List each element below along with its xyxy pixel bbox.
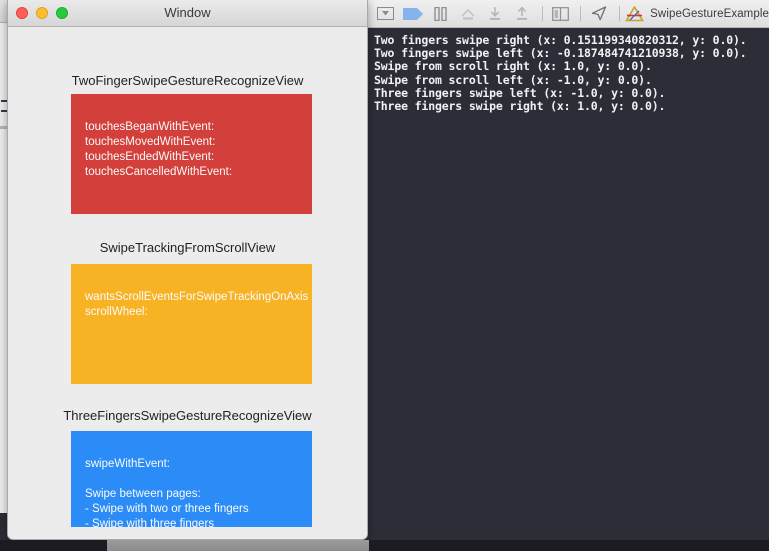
panel-line: touchesEndedWithEvent: [85, 151, 215, 163]
panel-line-spacer [85, 472, 298, 487]
console-output-line: Swipe from scroll right (x: 1.0, y: 0.0)… [374, 59, 652, 74]
panel-line: swipeWithEvent: [85, 458, 171, 470]
window-shadow-bar [107, 540, 369, 551]
panel-line: touchesBeganWithEvent: [85, 121, 215, 133]
hide-navigator-icon[interactable] [373, 4, 398, 24]
section-heading-three-fingers-swipe: ThreeFingersSwipeGestureRecognizeView [63, 408, 312, 423]
two-finger-swipe-gesture-recognize-view[interactable]: touchesBeganWithEvent: touchesMovedWithEv… [71, 94, 312, 214]
swipe-tracking-from-scroll-view[interactable]: wantsScrollEventsForSwipeTrackingOnAxis s… [71, 264, 312, 384]
xcode-debug-toolbar[interactable]: SwipeGestureExample [367, 0, 769, 28]
screen-root: SwipeGestureExample Two fingers swipe ri… [0, 0, 769, 551]
debug-view-hierarchy-icon[interactable] [548, 4, 573, 24]
panel-line: scrollWheel: [85, 306, 148, 318]
panel-line: Swipe between pages: [85, 488, 201, 500]
three-fingers-swipe-gesture-recognize-view[interactable]: swipeWithEvent: Swipe between pages: - Swi… [71, 431, 312, 539]
app-window[interactable]: Window TwoFingerSwipeGestureRecognizeVie… [7, 0, 368, 540]
xcode-window[interactable]: SwipeGestureExample Two fingers swipe ri… [367, 0, 769, 551]
section-heading-two-finger-swipe: TwoFingerSwipeGestureRecognizeView [71, 73, 304, 88]
xcode-scheme-icon[interactable] [624, 4, 644, 24]
step-over-icon[interactable] [455, 4, 480, 24]
panel-line: touchesMovedWithEvent: [85, 136, 216, 148]
app-window-title: Window [164, 5, 211, 20]
panel-line: wantsScrollEventsForSwipeTrackingOnAxis [85, 291, 309, 303]
horizontal-scrollbar[interactable] [8, 527, 367, 539]
breakpoint-icon[interactable] [400, 4, 425, 24]
section-heading-swipe-tracking-from-scroll: SwipeTrackingFromScrollView [99, 240, 276, 255]
panel-line: - Swipe with two or three fingers [85, 503, 249, 515]
step-into-icon[interactable] [482, 4, 507, 24]
app-window-titlebar[interactable]: Window [8, 0, 367, 27]
toolbar-divider [542, 6, 544, 21]
pause-icon[interactable] [428, 4, 453, 24]
step-out-icon[interactable] [510, 4, 535, 24]
panel-line: touchesCancelledWithEvent: [85, 166, 233, 178]
console-output-line: Three fingers swipe right (x: 1.0, y: 0.… [374, 99, 666, 114]
toolbar-divider [580, 6, 582, 21]
toolbar-divider [618, 6, 620, 21]
location-simulate-icon[interactable] [586, 4, 611, 24]
app-window-content: TwoFingerSwipeGestureRecognizeView touch… [8, 27, 367, 539]
console-output-line: Swipe from scroll left (x: -1.0, y: 0.0)… [374, 72, 652, 87]
scheme-name-label[interactable]: SwipeGestureExample [650, 8, 769, 20]
horizontal-scrollbar-thumb[interactable] [10, 530, 357, 537]
debug-console-output[interactable]: Two fingers swipe right (x: 0.1511993408… [367, 28, 769, 551]
